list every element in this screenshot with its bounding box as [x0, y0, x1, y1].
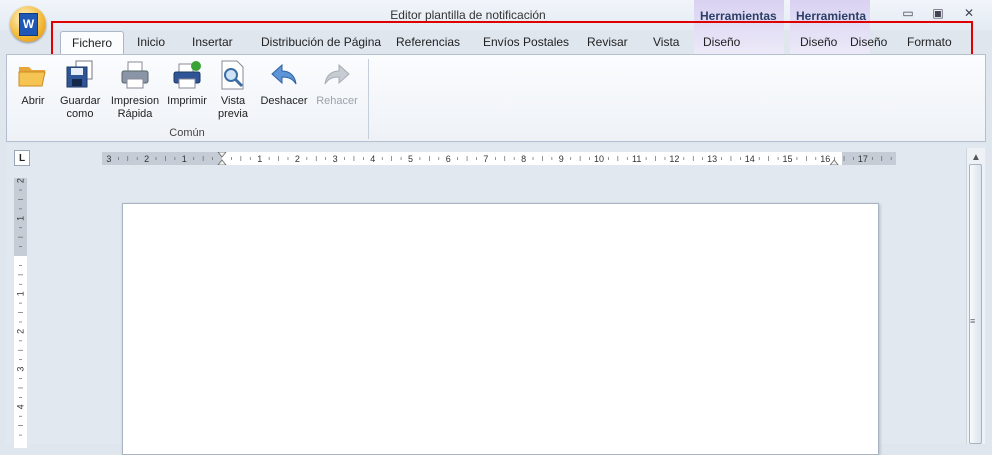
ruler-label: 2: [295, 154, 300, 164]
horizontal-ruler[interactable]: 3 2 1 1 2 3 4 5 6 7 8 9 10 11 12 13 14 15 16 17: [102, 152, 896, 165]
ruler-label: 1: [16, 291, 26, 296]
redo-button[interactable]: Rehacer: [313, 59, 361, 108]
print-preview-icon: [221, 60, 244, 90]
undo-icon: [271, 63, 297, 85]
ruler-label: 2: [144, 154, 149, 164]
print-button[interactable]: Imprimir: [167, 59, 207, 108]
word-icon: W: [19, 13, 38, 36]
ruler-label: 12: [669, 154, 679, 164]
vertical-ruler[interactable]: 2 1 1 2 3 4: [14, 178, 27, 448]
ruler-label: 1: [16, 216, 26, 221]
app-menu-button[interactable]: W: [10, 6, 46, 42]
ruler-label: 6: [446, 154, 451, 164]
minimize-button[interactable]: ▭: [898, 6, 918, 22]
ruler-label: 13: [707, 154, 717, 164]
save-as-button[interactable]: Guardar como: [57, 59, 103, 121]
ruler-label: 1: [257, 154, 262, 164]
ribbon-panel: Abrir Guardar como Impresion Rápida Impr…: [6, 54, 986, 142]
folder-open-icon: [18, 67, 46, 87]
undo-button-label: Deshacer: [260, 95, 308, 107]
save-as-icon: [66, 60, 93, 88]
open-button-label: Abrir: [21, 95, 45, 107]
scroll-up-icon[interactable]: ▲: [971, 152, 981, 163]
redo-icon: [324, 63, 350, 85]
ruler-label: 2: [16, 178, 26, 183]
redo-button-label: Rehacer: [316, 95, 358, 107]
ruler-label: 11: [632, 154, 641, 164]
quick-print-button[interactable]: Impresion Rápida: [107, 59, 163, 121]
ribbon-group-separator: [368, 59, 369, 139]
ruler-label: 2: [16, 329, 26, 334]
ruler-label: 9: [559, 154, 564, 164]
ruler-label: 8: [521, 154, 526, 164]
ruler-label: 14: [745, 154, 755, 164]
restore-button[interactable]: ▣: [928, 6, 948, 22]
document-page[interactable]: [122, 203, 879, 455]
quick-print-button-label: Impresion Rápida: [110, 95, 160, 120]
print-button-label: Imprimir: [167, 95, 207, 107]
ruler-label: 3: [16, 367, 26, 372]
close-button[interactable]: ✕: [959, 6, 979, 22]
quick-print-icon: [121, 61, 149, 89]
print-preview-button[interactable]: Vista previa: [213, 59, 253, 121]
ruler-label: 17: [858, 154, 868, 164]
ribbon-group-label: Común: [169, 127, 205, 139]
vertical-scrollbar[interactable]: ▲ ≡: [966, 148, 985, 444]
ruler-label: 7: [483, 154, 488, 164]
save-as-button-label: Guardar como: [60, 95, 101, 120]
print-preview-button-label: Vista previa: [218, 95, 248, 120]
document-area: L 3 2 1 1 2 3 4 5 6 7 8 9 10 11 12 13 14 15 16 17 211234 ▲ …: [6, 144, 986, 455]
tab-stop-selector[interactable]: L: [14, 150, 30, 166]
ruler-label: 10: [594, 154, 604, 164]
ruler-label: 1: [182, 154, 187, 164]
undo-button[interactable]: Deshacer: [259, 59, 309, 108]
print-icon: [173, 61, 201, 89]
scroll-grip-icon: ≡: [970, 316, 976, 326]
ruler-label: 3: [106, 154, 111, 164]
ruler-label: 15: [782, 154, 792, 164]
scrollbar-thumb[interactable]: [969, 164, 982, 444]
ruler-label: 16: [820, 154, 830, 164]
ruler-label: 3: [333, 154, 338, 164]
open-button[interactable]: Abrir: [15, 59, 51, 108]
ruler-label: 4: [16, 404, 26, 409]
ruler-label: 5: [408, 154, 413, 164]
ruler-label: 4: [370, 154, 375, 164]
